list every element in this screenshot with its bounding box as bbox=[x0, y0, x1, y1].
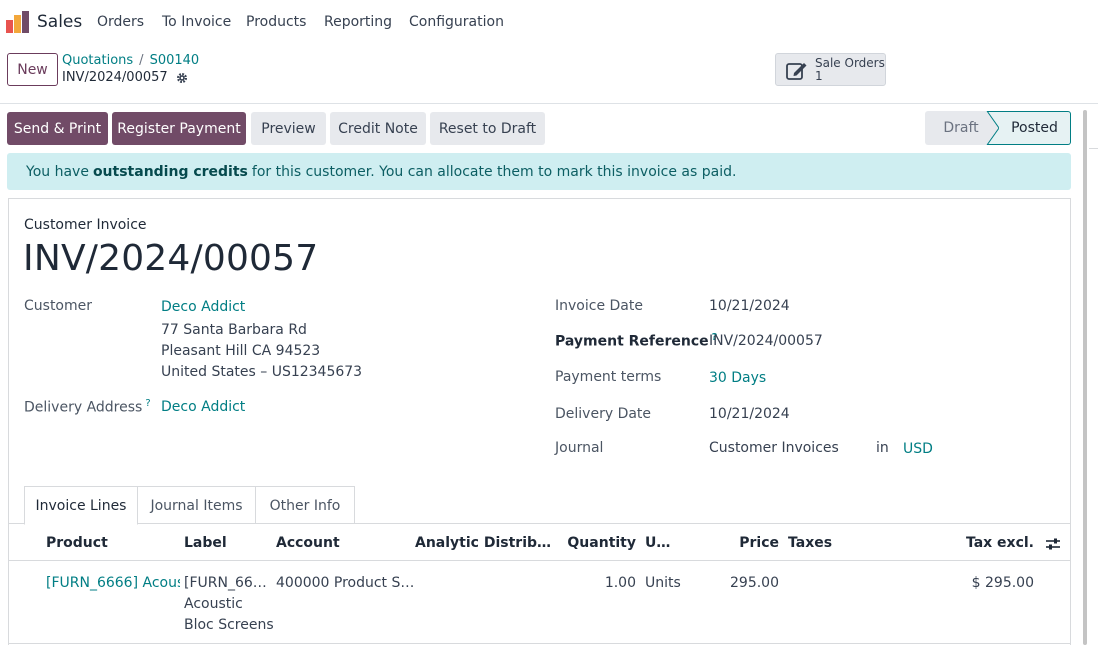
invoice-type-label: Customer Invoice bbox=[24, 217, 147, 233]
register-payment-button[interactable]: Register Payment bbox=[112, 112, 246, 145]
outstanding-credits-alert: You have outstanding credits for this cust… bbox=[7, 153, 1071, 190]
delivery-address-label: Delivery Address? bbox=[24, 398, 151, 416]
reset-to-draft-button[interactable]: Reset to Draft bbox=[430, 112, 545, 145]
app-name[interactable]: Sales bbox=[37, 12, 82, 32]
cell-quantity[interactable]: 1.00 bbox=[560, 575, 636, 591]
record-name: INV/2024/00057 bbox=[62, 70, 168, 85]
menu-configuration[interactable]: Configuration bbox=[409, 14, 504, 30]
column-tax-excl[interactable]: Tax excl. bbox=[950, 535, 1034, 551]
column-quantity[interactable]: Quantity bbox=[560, 535, 636, 551]
cell-product[interactable]: [FURN_6666] Acousti bbox=[46, 575, 180, 591]
breadcrumb: Quotations / S00140 bbox=[62, 53, 199, 68]
divider bbox=[1089, 148, 1098, 149]
column-account[interactable]: Account bbox=[276, 535, 340, 551]
customer-label: Customer bbox=[24, 298, 93, 314]
menu-to-invoice[interactable]: To Invoice bbox=[162, 14, 231, 30]
sale-orders-smart-button[interactable]: Sale Orders 1 bbox=[775, 53, 886, 86]
currency-link[interactable]: USD bbox=[903, 441, 933, 457]
record-title: INV/2024/00057 bbox=[62, 70, 188, 85]
column-uom[interactable]: U… bbox=[645, 535, 670, 551]
menu-products[interactable]: Products bbox=[246, 14, 306, 30]
column-price[interactable]: Price bbox=[720, 535, 779, 551]
menu-orders[interactable]: Orders bbox=[97, 14, 144, 30]
journal-field[interactable]: Customer Invoices bbox=[709, 440, 839, 456]
customer-link[interactable]: Deco Addict bbox=[161, 299, 245, 315]
invoice-number-title: INV/2024/00057 bbox=[23, 238, 319, 279]
optional-columns-icon[interactable] bbox=[1045, 537, 1061, 551]
divider bbox=[9, 560, 1070, 561]
payment-reference-label: Payment Reference? bbox=[555, 332, 718, 350]
top-navbar: Sales Orders To Invoice Products Reporti… bbox=[0, 0, 1098, 44]
status-posted[interactable]: Posted bbox=[987, 111, 1071, 145]
invoice-date-label: Invoice Date bbox=[555, 298, 643, 314]
divider bbox=[9, 643, 1070, 644]
cell-label-line-1[interactable]: [FURN_66… bbox=[184, 575, 267, 591]
divider bbox=[0, 103, 1098, 104]
credit-note-button[interactable]: Credit Note bbox=[330, 112, 426, 145]
delivery-date-label: Delivery Date bbox=[555, 406, 652, 422]
delivery-address-link[interactable]: Deco Addict bbox=[161, 399, 245, 415]
status-arrow bbox=[985, 111, 999, 145]
invoice-date-field[interactable]: 10/21/2024 bbox=[709, 298, 790, 314]
tab-journal-items[interactable]: Journal Items bbox=[137, 486, 256, 524]
cell-tax-excl: $ 295.00 bbox=[971, 575, 1034, 591]
outstanding-credits-link[interactable]: outstanding credits bbox=[93, 164, 248, 180]
address-line-3: United States – US12345673 bbox=[161, 364, 363, 380]
sales-app-icon[interactable] bbox=[6, 10, 30, 34]
address-line-1: 77 Santa Barbara Rd bbox=[161, 322, 307, 338]
payment-terms-link[interactable]: 30 Days bbox=[709, 370, 766, 386]
cell-price[interactable]: 295.00 bbox=[710, 575, 779, 591]
delivery-date-field[interactable]: 10/21/2024 bbox=[709, 406, 790, 422]
payment-reference-field[interactable]: INV/2024/00057 bbox=[709, 333, 823, 349]
scrollbar[interactable] bbox=[1083, 110, 1087, 645]
gear-icon[interactable] bbox=[176, 72, 188, 84]
status-bar: Draft Posted bbox=[925, 111, 1071, 145]
cell-label-line-2: Acoustic bbox=[184, 596, 243, 612]
smart-button-label: Sale Orders bbox=[815, 55, 885, 70]
column-label[interactable]: Label bbox=[184, 535, 227, 551]
breadcrumb-order[interactable]: S00140 bbox=[150, 53, 200, 68]
preview-button[interactable]: Preview bbox=[251, 112, 326, 145]
new-button[interactable]: New bbox=[7, 53, 58, 86]
address-line-2: Pleasant Hill CA 94523 bbox=[161, 343, 321, 359]
smart-button-count: 1 bbox=[815, 68, 823, 83]
journal-label: Journal bbox=[555, 440, 604, 456]
edit-document-icon bbox=[786, 62, 807, 80]
menu-reporting[interactable]: Reporting bbox=[324, 14, 392, 30]
column-product[interactable]: Product bbox=[46, 535, 108, 551]
column-taxes[interactable]: Taxes bbox=[788, 535, 832, 551]
breadcrumb-quotations[interactable]: Quotations bbox=[62, 53, 133, 68]
send-print-button[interactable]: Send & Print bbox=[7, 112, 108, 145]
breadcrumb-separator: / bbox=[139, 53, 144, 68]
tab-other-info[interactable]: Other Info bbox=[255, 486, 355, 524]
in-label: in bbox=[876, 440, 889, 456]
cell-uom[interactable]: Units bbox=[645, 575, 681, 591]
divider bbox=[9, 523, 1070, 524]
help-icon[interactable]: ? bbox=[145, 398, 150, 409]
payment-terms-label: Payment terms bbox=[555, 369, 662, 385]
cell-label-line-3: Bloc Screens bbox=[184, 617, 274, 633]
tab-invoice-lines[interactable]: Invoice Lines bbox=[24, 486, 138, 525]
column-analytic[interactable]: Analytic Distrib… bbox=[415, 535, 551, 551]
cell-account[interactable]: 400000 Product S… bbox=[276, 575, 414, 591]
